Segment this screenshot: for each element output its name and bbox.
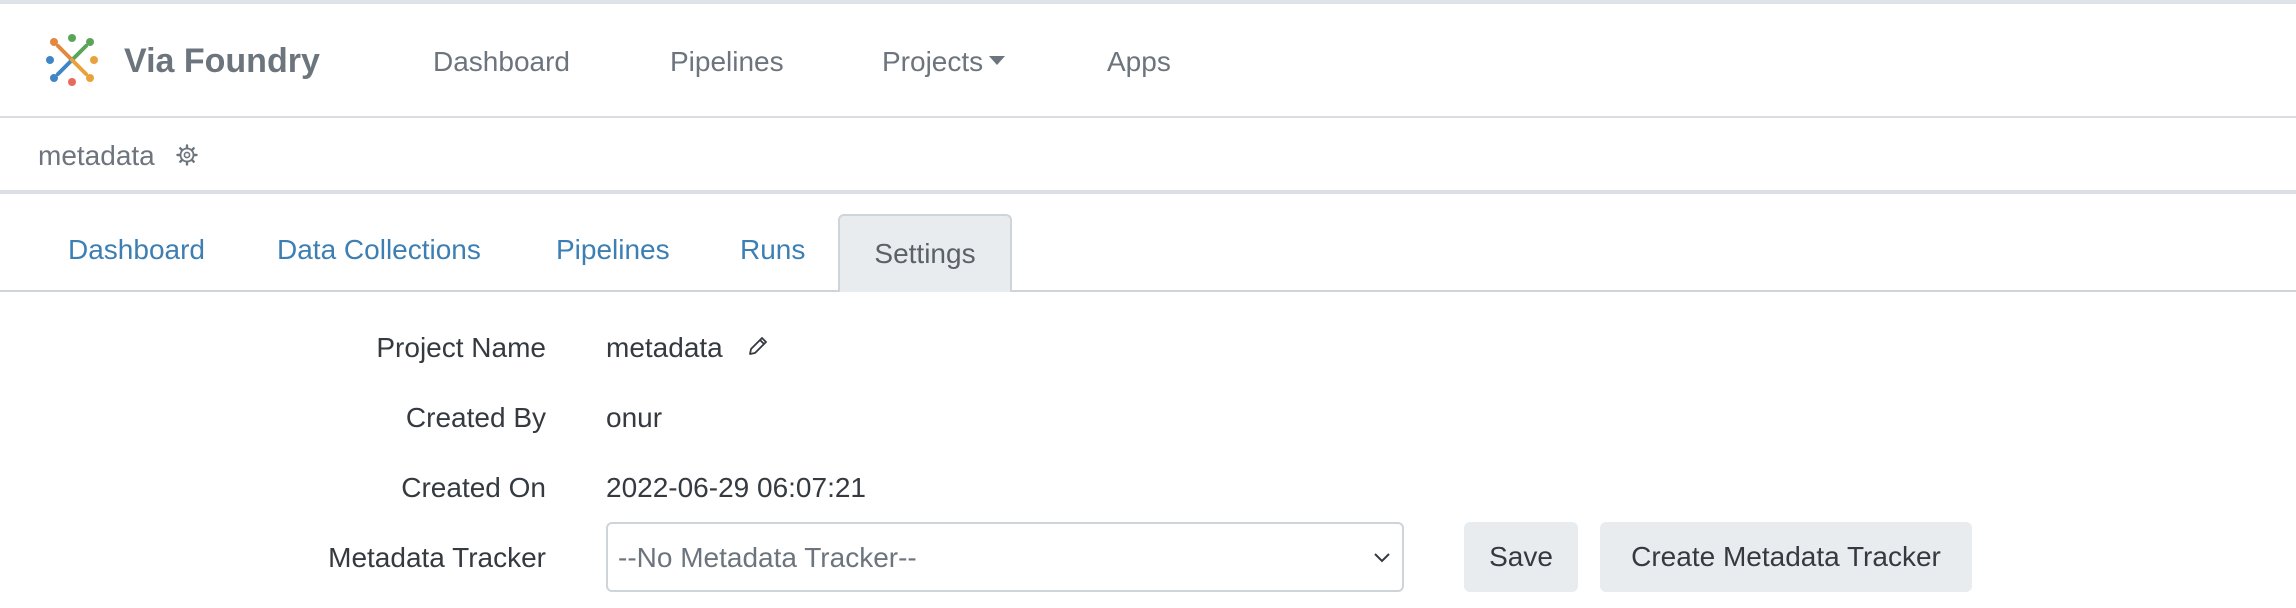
created-on-label: Created On bbox=[401, 472, 546, 503]
project-header: metadata bbox=[0, 118, 2296, 194]
created-by-label: Created By bbox=[405, 402, 546, 433]
metadata-tracker-select[interactable]: --No Metadata Tracker-- bbox=[606, 522, 1404, 592]
project-name-value: metadata bbox=[606, 332, 723, 363]
nav-projects[interactable]: Projects bbox=[882, 46, 1006, 78]
nav-apps[interactable]: Apps bbox=[1107, 46, 1171, 78]
project-tabs: Dashboard Data Collections Pipelines Run… bbox=[0, 194, 2296, 292]
metadata-tracker-selected: --No Metadata Tracker-- bbox=[618, 542, 917, 573]
caret-down-icon bbox=[989, 56, 1006, 66]
save-button[interactable]: Save bbox=[1464, 522, 1578, 592]
created-by-value: onur bbox=[606, 402, 663, 433]
nav-projects-label: Projects bbox=[882, 46, 984, 77]
brand-name[interactable]: Via Foundry bbox=[124, 42, 320, 81]
metadata-tracker-label: Metadata Tracker bbox=[328, 542, 546, 573]
tab-dashboard[interactable]: Dashboard bbox=[68, 234, 205, 266]
chevron-down-icon bbox=[1374, 553, 1390, 563]
create-metadata-tracker-button[interactable]: Create Metadata Tracker bbox=[1600, 522, 1972, 592]
project-name-label: Project Name bbox=[376, 332, 546, 363]
gear-icon[interactable] bbox=[176, 144, 198, 166]
project-title: metadata bbox=[38, 140, 155, 171]
tab-pipelines[interactable]: Pipelines bbox=[556, 234, 670, 266]
created-on-value: 2022-06-29 06:07:21 bbox=[606, 472, 866, 503]
navbar: Via Foundry Dashboard Pipelines Projects… bbox=[0, 4, 2296, 118]
nav-pipelines[interactable]: Pipelines bbox=[670, 46, 784, 78]
tab-data-collections[interactable]: Data Collections bbox=[277, 234, 481, 266]
via-foundry-logo[interactable] bbox=[46, 34, 98, 86]
tab-runs[interactable]: Runs bbox=[740, 234, 805, 266]
tab-settings[interactable]: Settings bbox=[838, 214, 1012, 292]
nav-dashboard[interactable]: Dashboard bbox=[433, 46, 570, 78]
pencil-icon[interactable] bbox=[746, 334, 770, 358]
